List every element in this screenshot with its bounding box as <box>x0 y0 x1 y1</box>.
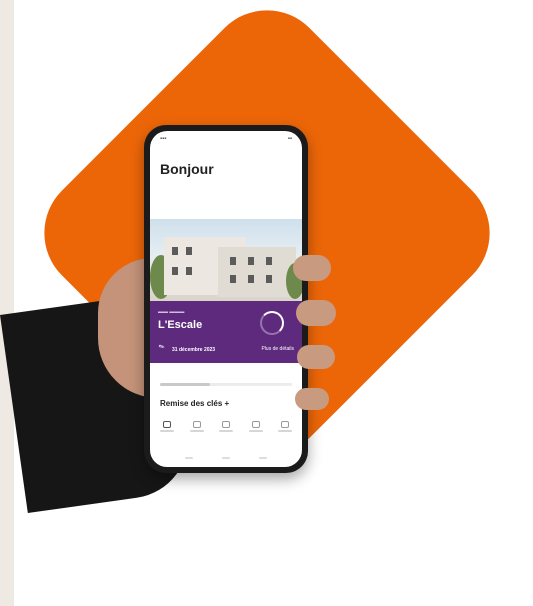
system-nav-bar <box>170 453 282 463</box>
finger <box>296 300 336 326</box>
tab-home[interactable] <box>154 421 180 447</box>
tab-icon <box>251 421 260 428</box>
status-left: ▪▪▪ <box>160 136 167 142</box>
steps-progress-fill <box>160 383 211 386</box>
pencil-icon: ✎ <box>157 342 167 352</box>
tab-3[interactable] <box>213 421 239 447</box>
details-link[interactable]: Plus de détails <box>261 346 294 352</box>
project-name: L'Escale <box>158 319 203 331</box>
tab-4[interactable] <box>243 421 269 447</box>
window <box>172 267 178 275</box>
tab-label-placeholder <box>189 430 204 432</box>
finger <box>297 345 335 369</box>
greeting-title: Bonjour <box>160 161 214 177</box>
nav-home[interactable] <box>221 457 230 459</box>
window <box>248 275 254 283</box>
tab-2[interactable] <box>184 421 210 447</box>
window <box>266 257 272 265</box>
window <box>230 257 236 265</box>
nav-recent[interactable] <box>259 457 268 459</box>
bottom-tab-bar <box>154 421 298 447</box>
tab-icon <box>281 421 289 428</box>
window <box>248 257 254 265</box>
tab-label-placeholder <box>278 430 292 432</box>
building-right <box>218 247 296 297</box>
window <box>266 275 272 283</box>
left-edge-strip <box>0 0 14 606</box>
progress-ring-icon <box>260 311 284 335</box>
card-kicker: ▬▬ ▬▬▬ <box>158 309 185 315</box>
window <box>230 275 236 283</box>
phone-screen: ▪▪▪ ▪▪ Bonjour ▬▬ ▬▬▬ L'Escale ✎ 31 déce… <box>150 131 302 467</box>
phone-device: ▪▪▪ ▪▪ Bonjour ▬▬ ▬▬▬ L'Escale ✎ 31 déce… <box>144 125 308 473</box>
tab-label-placeholder <box>160 430 174 432</box>
project-photo <box>150 219 302 305</box>
status-bar: ▪▪▪ ▪▪ <box>160 136 292 144</box>
window <box>186 267 192 275</box>
tab-5[interactable] <box>272 421 298 447</box>
home-icon <box>163 421 171 428</box>
finger <box>295 388 329 410</box>
tab-icon <box>192 421 201 428</box>
section-heading[interactable]: Remise des clés + <box>160 399 229 408</box>
nav-back[interactable] <box>184 457 193 459</box>
project-date: 31 décembre 2023 <box>172 347 216 353</box>
window <box>172 247 178 255</box>
steps-progress <box>160 383 292 386</box>
tab-label-placeholder <box>248 430 263 432</box>
project-card[interactable]: ▬▬ ▬▬▬ L'Escale ✎ 31 décembre 2023 Plus … <box>150 301 302 363</box>
tab-icon <box>222 421 230 428</box>
finger <box>293 255 331 281</box>
tab-label-placeholder <box>219 430 233 432</box>
status-right: ▪▪ <box>287 136 292 142</box>
window <box>186 247 192 255</box>
